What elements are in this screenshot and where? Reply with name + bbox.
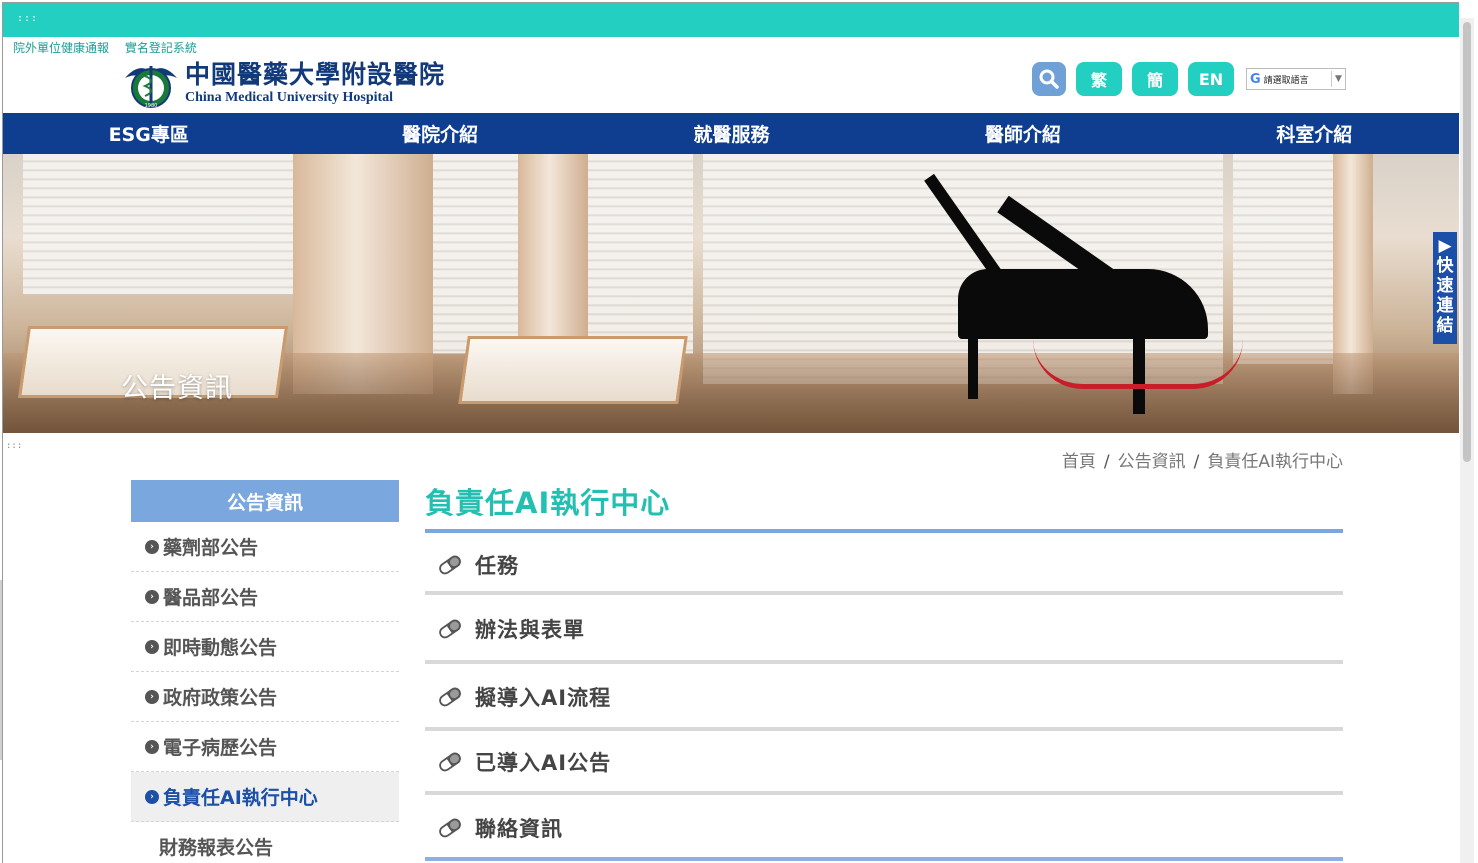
- quick-link-char: 結: [1436, 316, 1454, 336]
- emblem-year: 1980: [145, 103, 158, 109]
- sidebar-item-government[interactable]: › 政府政策公告: [131, 672, 399, 722]
- banner-image: 公告資訊: [3, 154, 1459, 433]
- quick-links-tab[interactable]: ▶ 快 速 連 結: [1433, 232, 1457, 344]
- section-contact[interactable]: 聯絡資訊: [425, 795, 1343, 861]
- chevron-right-icon: ›: [145, 689, 159, 704]
- nav-departments[interactable]: 科室介紹: [1169, 113, 1459, 154]
- section-planned-ai[interactable]: 擬導入AI流程: [425, 664, 1343, 731]
- breadcrumb-announcements[interactable]: 公告資訊: [1118, 452, 1186, 472]
- nav-doctors[interactable]: 醫師介紹: [877, 113, 1168, 154]
- traditional-chinese-button[interactable]: 繁: [1076, 62, 1122, 96]
- window-edge: [0, 580, 2, 760]
- play-icon: ▶: [1438, 236, 1452, 256]
- grip-handle-icon: :::: [6, 441, 23, 451]
- pill-icon: [425, 752, 475, 772]
- breadcrumb-home[interactable]: 首頁: [1062, 452, 1096, 472]
- hospital-logo[interactable]: 1980 中國醫藥大學附設醫院 China Medical University…: [121, 56, 445, 110]
- sidebar: 公告資訊 › 藥劑部公告 › 醫品部公告 › 即時動態公告 › 政府政策公告 › 電子病歷…: [131, 480, 399, 863]
- chevron-right-icon: ›: [145, 539, 159, 554]
- sidebar-header: 公告資訊: [131, 480, 399, 522]
- logo-chinese-name: 中國醫藥大學附設醫院: [185, 59, 446, 89]
- section-label: 擬導入AI流程: [475, 685, 612, 710]
- pill-icon: [425, 619, 475, 639]
- grip-handle-icon: :::: [17, 13, 39, 24]
- scrollbar-thumb[interactable]: [1463, 22, 1471, 462]
- chevron-right-icon: ›: [145, 739, 159, 754]
- section-label: 聯絡資訊: [475, 817, 563, 841]
- header-tools: 繁 簡 EN G 請選取語言 ▼: [1032, 62, 1346, 96]
- main-content: 負責任AI執行中心 任務 辦法與表單 擬導入AI流程 已導入AI公告 聯絡資訊: [425, 480, 1343, 861]
- pill-icon: [425, 687, 475, 707]
- sidebar-item-responsible-ai[interactable]: › 負責任AI執行中心: [131, 772, 399, 822]
- sidebar-item-label: 即時動態公告: [163, 637, 278, 659]
- sidebar-item-label: 政府政策公告: [163, 687, 278, 709]
- section-deployed-ai[interactable]: 已導入AI公告: [425, 731, 1343, 795]
- section-mission[interactable]: 任務: [425, 533, 1343, 595]
- quick-link-char: 快: [1436, 256, 1454, 276]
- banner-title: 公告資訊: [121, 373, 233, 404]
- vertical-scrollbar[interactable]: [1460, 18, 1474, 863]
- section-label: 已導入AI公告: [475, 751, 612, 775]
- nav-esg[interactable]: ESG專區: [3, 113, 294, 154]
- nav-hospital-intro[interactable]: 醫院介紹: [294, 113, 585, 154]
- breadcrumb-separator: /: [1103, 452, 1110, 472]
- quick-link-char: 連: [1436, 296, 1454, 316]
- google-icon: G: [1250, 71, 1261, 87]
- sidebar-item-financial[interactable]: 財務報表公告: [131, 822, 399, 863]
- sidebar-item-emr[interactable]: › 電子病歷公告: [131, 722, 399, 772]
- chevron-right-icon: ›: [145, 789, 159, 804]
- health-report-link[interactable]: 院外單位健康通報: [13, 41, 109, 55]
- sidebar-item-quality[interactable]: › 醫品部公告: [131, 572, 399, 622]
- section-label: 任務: [475, 554, 519, 578]
- sidebar-item-label: 財務報表公告: [159, 837, 274, 859]
- search-icon: [1039, 69, 1059, 89]
- simplified-chinese-button[interactable]: 簡: [1132, 62, 1178, 96]
- hospital-emblem-icon: 1980: [121, 56, 181, 110]
- page-title: 負責任AI執行中心: [425, 486, 671, 520]
- sidebar-item-label: 醫品部公告: [163, 587, 259, 609]
- search-button[interactable]: [1032, 62, 1066, 96]
- pill-icon: [425, 818, 475, 838]
- top-links: 院外單位健康通報 實名登記系統: [13, 39, 209, 56]
- breadcrumb: 首頁 / 公告資訊 / 負責任AI執行中心: [1062, 447, 1343, 472]
- google-translate-select[interactable]: G 請選取語言 ▼: [1246, 68, 1346, 90]
- sidebar-item-label: 電子病歷公告: [163, 737, 278, 759]
- chevron-right-icon: ›: [145, 589, 159, 604]
- breadcrumb-current[interactable]: 負責任AI執行中心: [1207, 452, 1343, 472]
- dropdown-arrow-icon: ▼: [1331, 71, 1345, 87]
- quick-link-char: 速: [1436, 276, 1454, 296]
- chevron-right-icon: ›: [145, 639, 159, 654]
- section-rules-forms[interactable]: 辦法與表單: [425, 595, 1343, 664]
- browser-page: ::: 院外單位健康通報 實名登記系統 1980 中國醫藥大學附設醫院 Chin…: [2, 2, 1459, 863]
- logo-english-name: China Medical University Hospital: [185, 89, 394, 105]
- sidebar-item-pharmacy[interactable]: › 藥劑部公告: [131, 522, 399, 572]
- sidebar-item-realtime[interactable]: › 即時動態公告: [131, 622, 399, 672]
- sidebar-item-label: 藥劑部公告: [163, 537, 259, 559]
- real-name-registration-link[interactable]: 實名登記系統: [125, 41, 197, 55]
- english-button[interactable]: EN: [1188, 62, 1234, 96]
- google-select-label: 請選取語言: [1263, 75, 1309, 86]
- top-accent-bar: :::: [3, 3, 1459, 37]
- section-label: 辦法與表單: [475, 617, 585, 642]
- sidebar-item-label: 負責任AI執行中心: [163, 787, 318, 809]
- nav-medical-services[interactable]: 就醫服務: [586, 113, 877, 154]
- main-navigation: ESG專區 醫院介紹 就醫服務 醫師介紹 科室介紹: [3, 113, 1459, 154]
- pill-icon: [425, 555, 475, 575]
- breadcrumb-separator: /: [1193, 452, 1200, 472]
